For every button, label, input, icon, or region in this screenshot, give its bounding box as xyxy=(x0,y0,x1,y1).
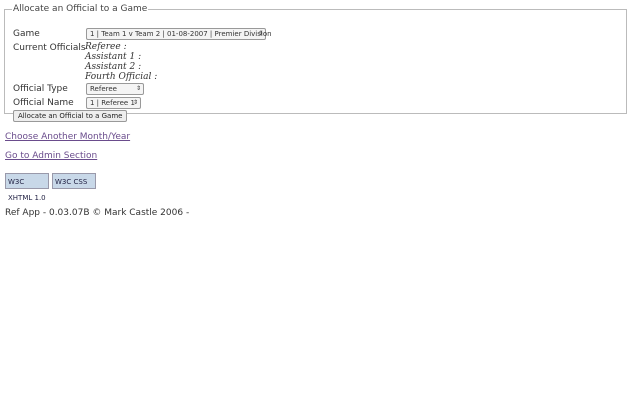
choose-month-year-link[interactable]: Choose Another Month/Year xyxy=(5,132,130,142)
select-arrows-icon: ⇕ xyxy=(135,85,141,92)
game-select-value: 1 | Team 1 v Team 2 | 01-08-2007 | Premi… xyxy=(90,30,272,38)
official-type-select[interactable]: Referee ⇕ xyxy=(86,83,144,95)
game-select[interactable]: 1 | Team 1 v Team 2 | 01-08-2007 | Premi… xyxy=(86,28,272,40)
w3c-css-badge[interactable]: W3C CSS xyxy=(52,173,96,189)
footer-text: Ref App - 0.03.07B © Mark Castle 2006 - xyxy=(5,208,190,218)
official-name-select[interactable]: 1 | Referee 1 ⇕ xyxy=(86,97,141,109)
official-assistant-1: Assistant 1 : xyxy=(85,52,142,62)
select-arrows-icon: ⇕ xyxy=(132,99,138,106)
official-name-label: Official Name xyxy=(13,98,74,108)
official-referee: Referee : xyxy=(85,42,127,52)
current-officials-label: Current Officials xyxy=(13,43,86,53)
official-fourth: Fourth Official : xyxy=(85,72,158,82)
game-label: Game xyxy=(13,29,40,39)
official-name-row: Official Name 1 | Referee 1 ⇕ xyxy=(13,97,141,110)
form-legend: Allocate an Official to a Game xyxy=(13,4,148,14)
w3c-xhtml-badge[interactable]: W3C XHTML 1.0 xyxy=(5,173,49,202)
official-type-value: Referee xyxy=(90,85,117,93)
admin-section-link[interactable]: Go to Admin Section xyxy=(5,151,97,161)
allocate-button[interactable]: Allocate an Official to a Game xyxy=(13,110,128,122)
allocate-official-form: Allocate an Official to a Game Game 1 | … xyxy=(4,4,627,122)
official-assistant-2: Assistant 2 : xyxy=(85,62,142,72)
game-row: Game 1 | Team 1 v Team 2 | 01-08-2007 | … xyxy=(13,28,272,41)
official-type-label: Official Type xyxy=(13,84,68,94)
select-arrows-icon: ⇕ xyxy=(257,30,263,37)
official-name-value: 1 | Referee 1 xyxy=(90,99,135,107)
official-type-row: Official Type Referee ⇕ xyxy=(13,83,144,96)
